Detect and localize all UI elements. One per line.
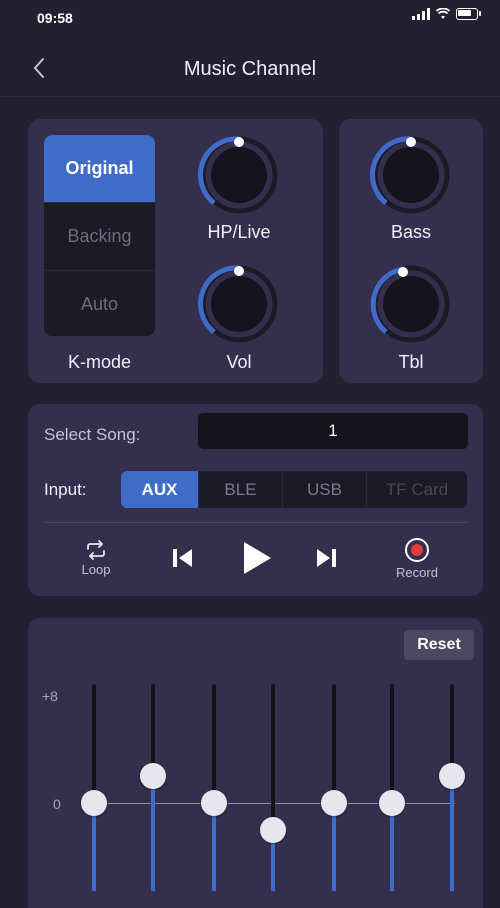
eq-scale-top-label: +8 — [42, 688, 58, 704]
eq-band-thumb[interactable] — [140, 763, 166, 789]
kmode-option-auto[interactable]: Auto — [44, 271, 155, 336]
next-track-icon[interactable] — [315, 546, 337, 570]
loop-icon — [87, 540, 105, 560]
input-option-usb[interactable]: USB — [283, 471, 367, 508]
eq-band-fill — [92, 803, 96, 891]
vol-label: Vol — [226, 352, 252, 372]
input-option-aux[interactable]: AUX — [121, 471, 199, 508]
record-label: Record — [396, 565, 438, 580]
reset-button[interactable]: Reset — [404, 630, 474, 660]
navigation-bar: Music Channel — [0, 40, 500, 97]
divider — [44, 522, 468, 523]
eq-band-thumb[interactable] — [260, 817, 286, 843]
eq-band-fill — [332, 803, 336, 891]
kmode-option-backing[interactable]: Backing — [44, 203, 155, 271]
select-song-label: Select Song: — [44, 425, 141, 444]
hp-live-label: HP/Live — [207, 222, 271, 242]
kmode-label: K-mode — [67, 352, 132, 372]
status-time: 09:58 — [37, 10, 73, 26]
eq-band-slider-4[interactable] — [259, 684, 287, 891]
eq-band-thumb[interactable] — [321, 790, 347, 816]
input-source-selector: AUX BLE USB TF Card — [121, 471, 467, 508]
status-bar: 09:58 — [0, 0, 500, 36]
input-option-tf-card[interactable]: TF Card — [367, 471, 467, 508]
eq-band-track — [92, 684, 96, 803]
eq-band-track — [332, 684, 336, 803]
eq-band-fill — [450, 776, 454, 891]
eq-band-slider-7[interactable] — [438, 684, 466, 891]
eq-band-fill — [212, 803, 216, 891]
eq-band-slider-3[interactable] — [200, 684, 228, 891]
loop-button[interactable]: Loop — [72, 540, 120, 577]
song-number-field[interactable]: 1 — [198, 413, 468, 449]
vol-knob[interactable] — [197, 262, 281, 346]
eq-scale-zero-label: 0 — [53, 796, 61, 812]
eq-band-slider-5[interactable] — [320, 684, 348, 891]
record-icon — [405, 538, 429, 562]
input-option-ble[interactable]: BLE — [199, 471, 283, 508]
previous-track-icon[interactable] — [172, 546, 194, 570]
signal-icon — [412, 8, 430, 20]
page-title: Music Channel — [183, 58, 317, 80]
battery-icon — [456, 8, 481, 20]
kmode-selector: Original Backing Auto — [44, 135, 155, 336]
bass-label: Bass — [390, 222, 432, 242]
eq-band-slider-6[interactable] — [378, 684, 406, 891]
eq-band-track — [212, 684, 216, 803]
tbl-label: Tbl — [398, 352, 424, 372]
bass-knob[interactable] — [369, 133, 453, 217]
eq-band-thumb[interactable] — [439, 763, 465, 789]
eq-band-fill — [151, 776, 155, 891]
loop-label: Loop — [81, 562, 111, 577]
play-icon[interactable] — [241, 540, 273, 576]
eq-band-thumb[interactable] — [201, 790, 227, 816]
eq-band-slider-2[interactable] — [139, 684, 167, 891]
hp-live-knob[interactable] — [197, 133, 281, 217]
input-label: Input: — [44, 480, 87, 499]
eq-band-track — [390, 684, 394, 803]
status-icons — [412, 8, 481, 20]
kmode-option-original[interactable]: Original — [44, 135, 155, 203]
eq-band-slider-1[interactable] — [80, 684, 108, 891]
eq-band-fill — [390, 803, 394, 891]
wifi-icon — [436, 8, 450, 19]
tbl-knob[interactable] — [369, 262, 453, 346]
eq-band-thumb[interactable] — [81, 790, 107, 816]
eq-band-thumb[interactable] — [379, 790, 405, 816]
record-button[interactable]: Record — [390, 537, 444, 580]
eq-band-track — [271, 684, 275, 830]
